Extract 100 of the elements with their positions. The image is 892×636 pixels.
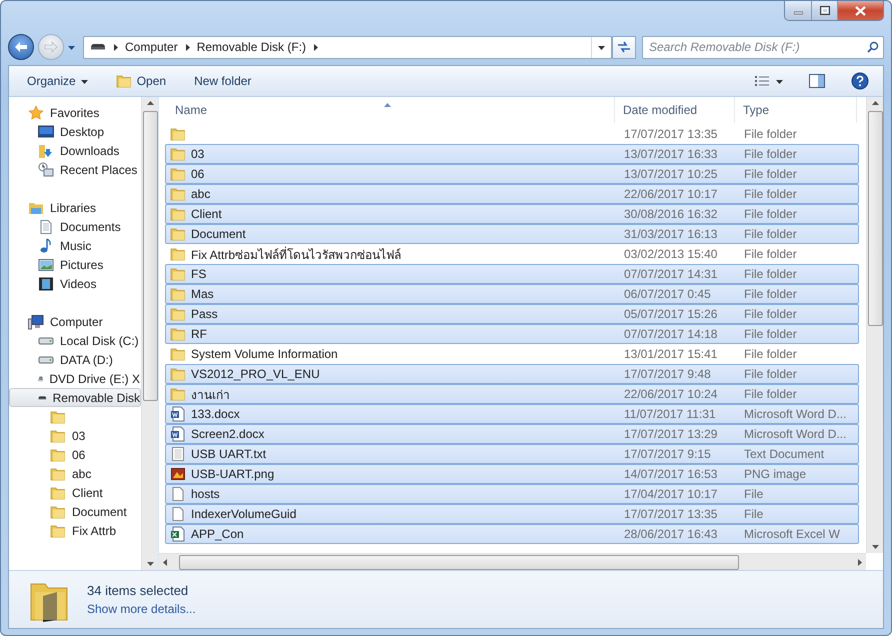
folder-icon <box>50 446 66 462</box>
file-type: File folder <box>743 307 798 321</box>
file-row[interactable]: hosts 17/04/2017 10:17 File <box>165 484 859 504</box>
file-type: File folder <box>743 207 798 221</box>
caret-icon <box>598 44 605 50</box>
file-type: File folder <box>743 187 798 201</box>
file-type: File folder <box>743 327 798 341</box>
file-row[interactable]: 133.docx 11/07/2017 11:31 Microsoft Word D... <box>165 404 859 424</box>
navigation-item[interactable]: Local Disk (C:) <box>9 331 141 350</box>
show-details-link[interactable]: Show more details... <box>87 602 196 616</box>
folder-icon <box>50 428 66 444</box>
navigation-item[interactable]: Recent Places <box>9 160 141 179</box>
minimize-button[interactable] <box>785 1 811 20</box>
scrollbar-thumb[interactable] <box>142 111 158 401</box>
navigation-item[interactable]: DVD Drive (E:) X <box>9 369 141 388</box>
navigation-item[interactable]: Removable Disk <box>9 388 141 407</box>
spreadsheet-icon <box>170 526 186 542</box>
file-row[interactable]: Client 30/08/2016 16:32 File folder <box>165 204 859 224</box>
file-row[interactable]: IndexerVolumeGuid 17/07/2017 13:35 File <box>165 504 859 524</box>
file-name: FS <box>191 267 206 281</box>
scrollbar-thumb[interactable] <box>868 111 882 326</box>
navigation-item[interactable]: Music <box>9 236 141 255</box>
navigation-item[interactable]: 06 <box>9 445 141 464</box>
image-file-icon <box>170 466 186 482</box>
file-row[interactable]: abc 22/06/2017 10:17 File folder <box>165 184 859 204</box>
file-name: hosts <box>191 487 220 501</box>
caret-icon <box>80 78 88 84</box>
close-button[interactable] <box>837 1 883 20</box>
file-row[interactable]: FS 07/07/2017 14:31 File folder <box>165 264 859 284</box>
navigation-item[interactable]: Computer <box>9 312 141 331</box>
file-row[interactable]: System Volume Information 13/01/2017 15:41 File folder <box>165 344 859 364</box>
vertical-scrollbar[interactable] <box>866 97 883 553</box>
navigation-item[interactable]: Libraries <box>9 198 141 217</box>
file-row[interactable]: Document 31/03/2017 16:13 File folder <box>165 224 859 244</box>
navigation-item[interactable]: DATA (D:) <box>9 350 141 369</box>
folder-icon <box>170 366 186 382</box>
navigation-item[interactable]: Documents <box>9 217 141 236</box>
file-name: USB-UART.png <box>191 467 274 481</box>
sort-arrow-icon <box>384 102 391 109</box>
folder-icon <box>170 206 186 222</box>
file-row[interactable]: 06 13/07/2017 10:25 File folder <box>165 164 859 184</box>
file-row[interactable]: งานเก่า 22/06/2017 10:24 File folder <box>165 384 859 404</box>
refresh-button[interactable] <box>612 36 636 58</box>
breadcrumb-arrow-icon <box>184 44 191 50</box>
navigation-item[interactable]: Favorites <box>9 103 141 122</box>
folder-icon <box>116 73 132 89</box>
navigation-item[interactable]: 03 <box>9 426 141 445</box>
new-folder-button[interactable]: New folder <box>186 71 260 91</box>
file-row[interactable]: Screen2.docx 17/07/2017 13:29 Microsoft Word D... <box>165 424 859 444</box>
navigation-item[interactable]: Desktop <box>9 122 141 141</box>
navigation-item[interactable]: abc <box>9 464 141 483</box>
column-header[interactable]: Type <box>735 97 857 123</box>
navigation-item[interactable]: Downloads <box>9 141 141 160</box>
date-modified: 07/07/2017 14:31 <box>623 267 718 281</box>
open-button[interactable]: Open <box>108 70 174 92</box>
refresh-icon <box>617 41 631 53</box>
folder-icon <box>170 126 186 142</box>
file-row[interactable]: Pass 05/07/2017 15:26 File folder <box>165 304 859 324</box>
column-header[interactable]: Date modified <box>615 97 735 123</box>
selection-count: 34 items selected <box>87 583 190 598</box>
folder-icon <box>170 386 186 402</box>
horizontal-scrollbar[interactable] <box>159 553 866 570</box>
navigation-item[interactable]: Fix Attrb <box>9 521 141 540</box>
breadcrumb-item[interactable]: Removable Disk (F:) <box>196 40 306 54</box>
file-name: Document <box>191 227 246 241</box>
downloads-folder-icon <box>38 142 54 158</box>
scroll-down-icon <box>872 543 878 550</box>
back-button[interactable] <box>8 34 34 60</box>
address-bar[interactable]: Computer Removable Disk (F:) <box>83 36 612 58</box>
breadcrumb-item[interactable]: Computer <box>125 40 178 54</box>
folder-icon <box>170 346 186 362</box>
breadcrumb-arrow-icon <box>112 44 119 50</box>
file-row[interactable]: RF 07/07/2017 14:18 File folder <box>165 324 859 344</box>
right-arrow-icon <box>44 41 58 53</box>
navigation-item[interactable]: Pictures <box>9 255 141 274</box>
maximize-button[interactable] <box>811 1 837 20</box>
navigation-item[interactable]: Videos <box>9 274 141 293</box>
file-name: 06 <box>191 167 204 181</box>
file-name: งานเก่า <box>191 386 230 404</box>
file-row[interactable]: 03 13/07/2017 16:33 File folder <box>165 144 859 164</box>
file-row[interactable]: 17/07/2017 13:35 File folder <box>165 124 859 144</box>
scrollbar-thumb[interactable] <box>179 554 739 570</box>
date-modified: 14/07/2017 16:53 <box>623 467 718 481</box>
maximize-icon <box>820 6 830 15</box>
file-row[interactable]: Mas 06/07/2017 0:45 File folder <box>165 284 859 304</box>
file-row[interactable]: USB UART.txt 17/07/2017 9:15 Text Document <box>165 444 859 464</box>
navigation-item[interactable]: Document <box>9 502 141 521</box>
search-box[interactable]: Search Removable Disk (F:) <box>642 36 884 58</box>
history-caret-icon <box>68 44 75 50</box>
file-type: File folder <box>743 347 798 361</box>
date-modified: 07/07/2017 14:18 <box>623 327 718 341</box>
file-row[interactable]: USB-UART.png 14/07/2017 16:53 PNG image <box>165 464 859 484</box>
file-row[interactable]: APP_Con 28/06/2017 16:43 Microsoft Excel W <box>165 524 859 544</box>
organize-button[interactable]: Organize <box>19 71 96 91</box>
file-type: Microsoft Word D... <box>743 407 848 421</box>
file-row[interactable]: VS2012_PRO_VL_ENU 17/07/2017 9:48 File folder <box>165 364 859 384</box>
file-type: Text Document <box>743 447 826 461</box>
file-row[interactable]: Fix Attrbซ่อมไฟล์ที่โดนไวรัสพวกซ่อนไฟล์ 03/02/2013 15:40 File folder <box>165 244 859 264</box>
navigation-item[interactable]: Client <box>9 483 141 502</box>
vertical-scrollbar[interactable] <box>141 97 158 570</box>
